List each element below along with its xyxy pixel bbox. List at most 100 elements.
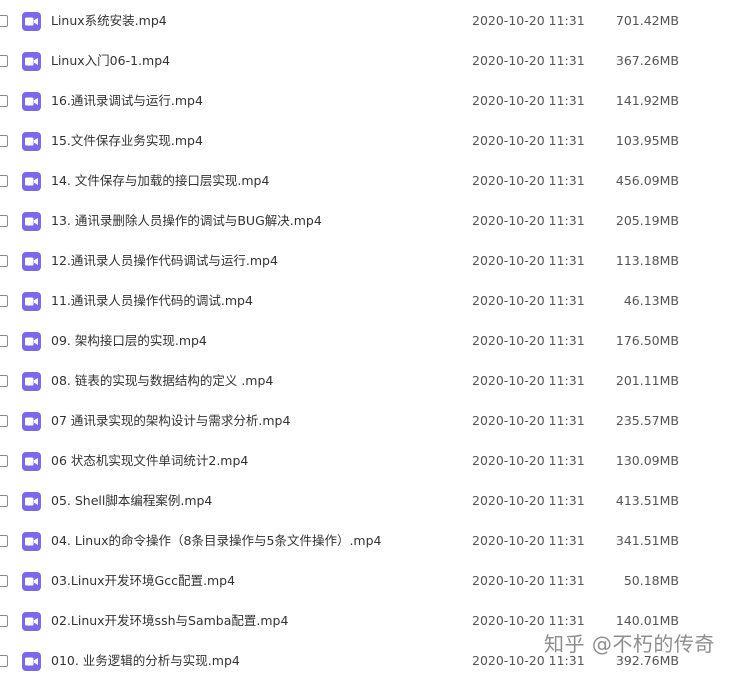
video-file-icon [22,332,41,351]
file-name[interactable]: 12.通讯录人员操作代码调试与运行.mp4 [51,253,278,269]
file-checkbox[interactable] [0,295,8,307]
file-modified-date: 2020-10-20 11:31 [472,213,585,228]
file-checkbox[interactable] [0,135,8,147]
file-name[interactable]: 11.通讯录人员操作代码的调试.mp4 [51,293,253,309]
file-row[interactable]: 14. 文件保存与加载的接口层实现.mp4 2020-10-20 11:31 456… [0,161,740,201]
file-size: 141.92MB [615,93,679,108]
video-file-icon [22,252,41,271]
video-file-icon [22,532,41,551]
file-name[interactable]: 010. 业务逻辑的分析与实现.mp4 [51,653,240,669]
file-checkbox[interactable] [0,255,8,267]
file-row[interactable]: 04. Linux的命令操作（8条目录操作与5条文件操作）.mp4 2020-10… [0,521,740,561]
file-checkbox[interactable] [0,15,8,27]
watermark: 知乎 @不朽的传奇 [544,632,715,656]
file-row[interactable]: 16.通讯录调试与运行.mp4 2020-10-20 11:31 141.92MB [0,81,740,121]
video-file-icon [22,212,41,231]
video-file-icon [22,12,41,31]
file-checkbox[interactable] [0,495,8,507]
video-file-icon [22,652,41,671]
file-modified-date: 2020-10-20 11:31 [472,253,585,268]
file-modified-date: 2020-10-20 11:31 [472,173,585,188]
file-name[interactable]: 13. 通讯录删除人员操作的调试与BUG解决.mp4 [51,213,322,229]
file-row[interactable]: 09. 架构接口层的实现.mp4 2020-10-20 11:31 176.50MB [0,321,740,361]
file-row[interactable]: 15.文件保存业务实现.mp4 2020-10-20 11:31 103.95MB [0,121,740,161]
file-size: 235.57MB [615,413,679,428]
file-checkbox[interactable] [0,375,8,387]
video-file-icon [22,492,41,511]
file-size: 201.11MB [615,373,679,388]
file-modified-date: 2020-10-20 11:31 [472,53,585,68]
file-name[interactable]: 07 通讯录实现的架构设计与需求分析.mp4 [51,413,290,429]
video-file-icon [22,452,41,471]
file-size: 130.09MB [615,453,679,468]
file-checkbox[interactable] [0,175,8,187]
file-name[interactable]: 09. 架构接口层的实现.mp4 [51,333,207,349]
file-modified-date: 2020-10-20 11:31 [472,453,585,468]
file-row[interactable]: 08. 链表的实现与数据结构的定义 .mp4 2020-10-20 11:31 20… [0,361,740,401]
file-modified-date: 2020-10-20 11:31 [472,293,585,308]
video-file-icon [22,572,41,591]
file-name[interactable]: Linux入门06-1.mp4 [51,53,170,69]
file-row[interactable]: 05. Shell脚本编程案例.mp4 2020-10-20 11:31 413.5… [0,481,740,521]
file-modified-date: 2020-10-20 11:31 [472,613,585,628]
file-checkbox[interactable] [0,535,8,547]
file-size: 176.50MB [615,333,679,348]
file-checkbox[interactable] [0,455,8,467]
file-row[interactable]: 13. 通讯录删除人员操作的调试与BUG解决.mp4 2020-10-20 11:… [0,201,740,241]
file-size: 456.09MB [615,173,679,188]
file-size: 341.51MB [615,533,679,548]
file-name[interactable]: 03.Linux开发环境Gcc配置.mp4 [51,573,235,589]
file-size: 367.26MB [615,53,679,68]
file-list: Linux系统安装.mp4 2020-10-20 11:31 701.42MB Lin… [0,1,740,681]
file-name[interactable]: 08. 链表的实现与数据结构的定义 .mp4 [51,373,273,389]
file-size: 413.51MB [615,493,679,508]
file-modified-date: 2020-10-20 11:31 [472,533,585,548]
file-modified-date: 2020-10-20 11:31 [472,573,585,588]
file-name[interactable]: 15.文件保存业务实现.mp4 [51,133,203,149]
file-checkbox[interactable] [0,215,8,227]
video-file-icon [22,612,41,631]
file-checkbox[interactable] [0,655,8,667]
file-modified-date: 2020-10-20 11:31 [472,373,585,388]
file-name[interactable]: 06 状态机实现文件单词统计2.mp4 [51,453,248,469]
video-file-icon [22,172,41,191]
file-name[interactable]: 04. Linux的命令操作（8条目录操作与5条文件操作）.mp4 [51,533,381,549]
file-row[interactable]: 07 通讯录实现的架构设计与需求分析.mp4 2020-10-20 11:31 23… [0,401,740,441]
file-modified-date: 2020-10-20 11:31 [472,493,585,508]
file-size: 113.18MB [615,253,679,268]
file-size: 701.42MB [615,13,679,28]
file-row[interactable]: 03.Linux开发环境Gcc配置.mp4 2020-10-20 11:31 50.… [0,561,740,601]
file-checkbox[interactable] [0,615,8,627]
file-row[interactable]: 11.通讯录人员操作代码的调试.mp4 2020-10-20 11:31 46.13… [0,281,740,321]
file-row[interactable]: Linux系统安装.mp4 2020-10-20 11:31 701.42MB [0,1,740,41]
file-name[interactable]: 16.通讯录调试与运行.mp4 [51,93,203,109]
file-size: 140.01MB [615,613,679,628]
file-row[interactable]: Linux入门06-1.mp4 2020-10-20 11:31 367.26MB [0,41,740,81]
file-name[interactable]: Linux系统安装.mp4 [51,13,167,29]
video-file-icon [22,132,41,151]
file-modified-date: 2020-10-20 11:31 [472,93,585,108]
file-modified-date: 2020-10-20 11:31 [472,133,585,148]
file-size: 50.18MB [623,573,679,588]
file-size: 103.95MB [615,133,679,148]
file-size: 205.19MB [615,213,679,228]
file-checkbox[interactable] [0,575,8,587]
video-file-icon [22,372,41,391]
file-checkbox[interactable] [0,335,8,347]
file-modified-date: 2020-10-20 11:31 [472,413,585,428]
video-file-icon [22,412,41,431]
file-name[interactable]: 14. 文件保存与加载的接口层实现.mp4 [51,173,269,189]
file-checkbox[interactable] [0,55,8,67]
video-file-icon [22,292,41,311]
video-file-icon [22,92,41,111]
file-name[interactable]: 02.Linux开发环境ssh与Samba配置.mp4 [51,613,288,629]
file-checkbox[interactable] [0,415,8,427]
file-checkbox[interactable] [0,95,8,107]
video-file-icon [22,52,41,71]
file-size: 46.13MB [623,293,679,308]
file-modified-date: 2020-10-20 11:31 [472,333,585,348]
file-row[interactable]: 12.通讯录人员操作代码调试与运行.mp4 2020-10-20 11:31 113… [0,241,740,281]
file-modified-date: 2020-10-20 11:31 [472,13,585,28]
file-name[interactable]: 05. Shell脚本编程案例.mp4 [51,493,212,509]
file-row[interactable]: 06 状态机实现文件单词统计2.mp4 2020-10-20 11:31 130.0… [0,441,740,481]
